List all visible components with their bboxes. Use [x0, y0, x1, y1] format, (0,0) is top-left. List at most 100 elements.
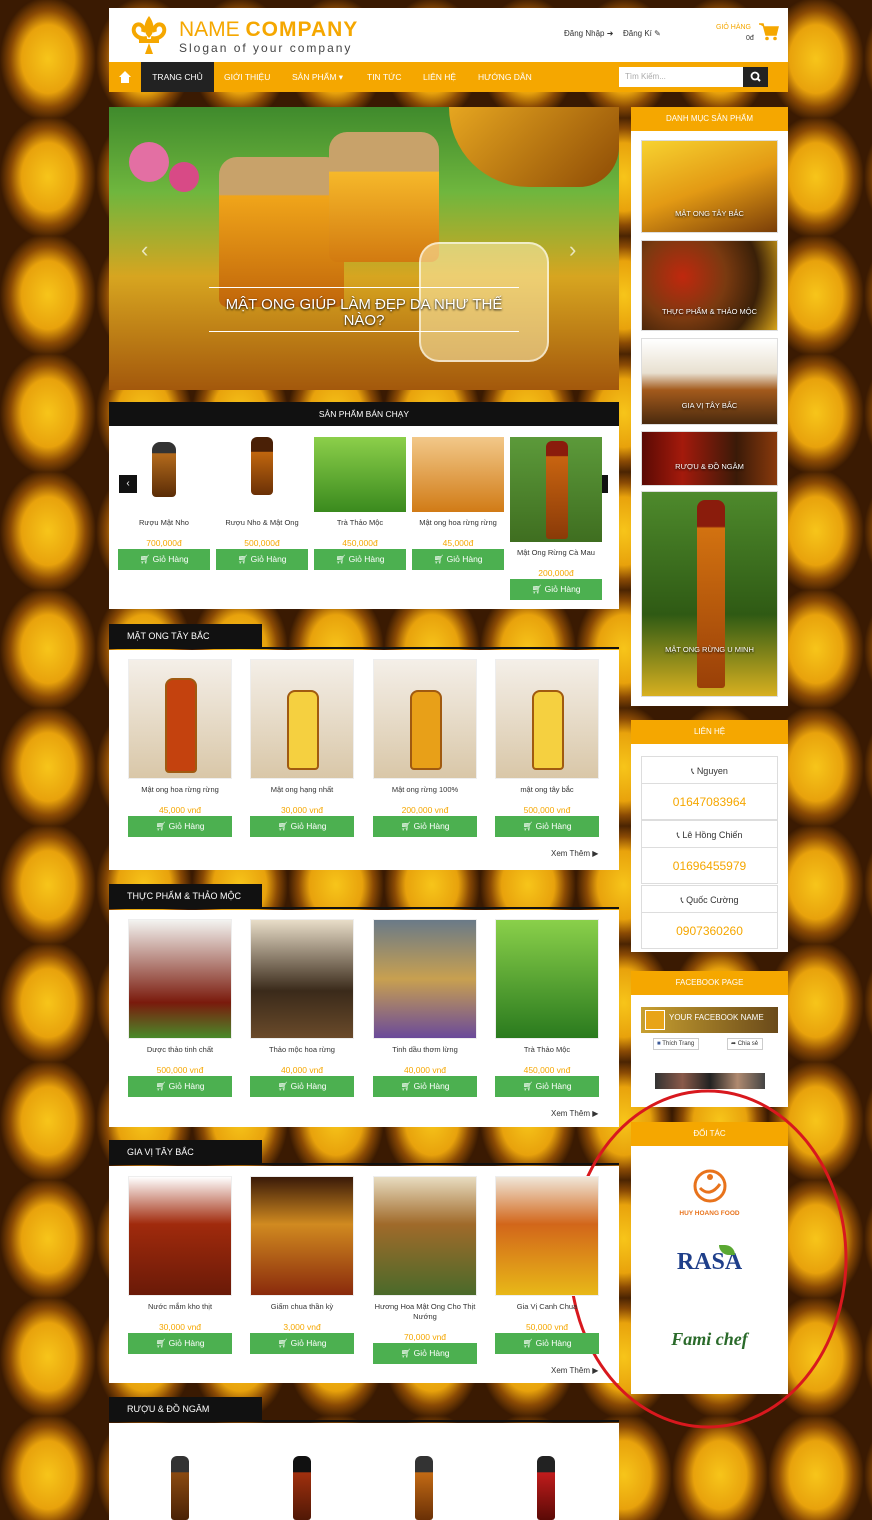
- product-name[interactable]: Thảo mộc hoa rừng: [250, 1045, 354, 1055]
- login-link[interactable]: Đăng Nhập ➜: [564, 29, 613, 38]
- see-more-link[interactable]: Xem Thêm ▶: [551, 1366, 598, 1375]
- nav-item-home[interactable]: TRANG CHỦ: [141, 62, 214, 92]
- product-card[interactable]: Mật ong hoa rừng rừng 45,000đ 🛒︎ Giỏ Hàn…: [412, 437, 504, 570]
- product-card[interactable]: mật ong tây bắc 500,000 vnđ 🛒︎ Giỏ Hàng: [495, 659, 599, 837]
- product-image[interactable]: [373, 1176, 477, 1296]
- add-to-cart-button[interactable]: 🛒︎ Giỏ Hàng: [250, 1333, 354, 1354]
- contact-phone[interactable]: 01647083964: [641, 784, 778, 820]
- product-name[interactable]: mật ong tây bắc: [495, 785, 599, 795]
- product-card[interactable]: Dược thảo tinh chất 500,000 vnđ 🛒︎ Giỏ Hàn…: [128, 919, 232, 1097]
- product-name[interactable]: Trà Thảo Mộc: [495, 1045, 599, 1055]
- facebook-avatar[interactable]: [645, 1010, 665, 1030]
- product-name[interactable]: Tinh dầu thơm lừng: [373, 1045, 477, 1055]
- shopping-cart-icon[interactable]: [759, 23, 779, 41]
- add-to-cart-button[interactable]: 🛒︎ Giỏ Hàng: [373, 816, 477, 837]
- product-card[interactable]: Mật ong hạng nhất 30,000 vnđ 🛒︎ Giỏ Hàng: [250, 659, 354, 837]
- add-to-cart-button[interactable]: 🛒︎ Giỏ Hàng: [128, 816, 232, 837]
- add-to-cart-button[interactable]: 🛒︎ Giỏ Hàng: [373, 1076, 477, 1097]
- product-name[interactable]: Hương Hoa Mật Ong Cho Thịt Nướng: [373, 1302, 477, 1322]
- product-image[interactable]: [510, 437, 602, 542]
- add-to-cart-button[interactable]: 🛒︎ Giỏ Hàng: [495, 816, 599, 837]
- product-name[interactable]: Mật ong hoa rừng rừng: [128, 785, 232, 795]
- home-icon[interactable]: [109, 62, 141, 92]
- product-name[interactable]: Rượu Nho & Mật Ong: [216, 518, 308, 528]
- add-to-cart-button[interactable]: 🛒︎ Giỏ Hàng: [412, 549, 504, 570]
- section-tab-spices[interactable]: GIA VỊ TÂY BẮC: [109, 1140, 262, 1164]
- product-image[interactable]: [293, 1456, 311, 1520]
- search-input[interactable]: Tìm Kiếm...: [619, 67, 743, 87]
- product-card[interactable]: Nước mắm kho thịt 30,000 vnđ 🛒︎ Giỏ Hàng: [128, 1176, 232, 1354]
- product-image[interactable]: [216, 437, 308, 512]
- register-link[interactable]: Đăng Kí ✎: [623, 29, 661, 38]
- product-card[interactable]: Rượu Nho & Mật Ong 500,000đ 🛒︎ Giỏ Hàng: [216, 437, 308, 570]
- product-image[interactable]: [495, 1176, 599, 1296]
- product-image[interactable]: [495, 659, 599, 779]
- section-tab-herbs[interactable]: THỰC PHẨM & THẢO MỘC: [109, 884, 262, 908]
- product-card[interactable]: Thảo mộc hoa rừng 40,000 vnđ 🛒︎ Giỏ Hàng: [250, 919, 354, 1097]
- product-name[interactable]: Gia Vị Canh Chua: [495, 1302, 599, 1312]
- product-image[interactable]: [118, 437, 210, 512]
- product-image[interactable]: [250, 659, 354, 779]
- product-name[interactable]: Mật Ong Rừng Cà Mau: [510, 548, 602, 558]
- search-button[interactable]: [743, 67, 768, 87]
- facebook-page-name[interactable]: YOUR FACEBOOK NAME: [669, 1013, 764, 1022]
- product-image[interactable]: [128, 659, 232, 779]
- category-spices[interactable]: GIA VỊ TÂY BẮC: [641, 338, 778, 425]
- product-image[interactable]: [415, 1456, 433, 1520]
- product-name[interactable]: Nước mắm kho thịt: [128, 1302, 232, 1312]
- nav-item-news[interactable]: TIN TỨC: [367, 62, 402, 92]
- product-name[interactable]: Trà Thảo Mộc: [314, 518, 406, 528]
- product-card[interactable]: Hương Hoa Mật Ong Cho Thịt Nướng 70,000 v…: [373, 1176, 477, 1364]
- category-forest-honey[interactable]: MẬT ONG RỪNG U MINH: [641, 491, 778, 697]
- hero-slider[interactable]: ‹ › MẬT ONG GIÚP LÀM ĐẸP DA NHƯ THẾ NÀO?: [109, 107, 619, 390]
- nav-item-contact[interactable]: LIÊN HỆ: [423, 62, 456, 92]
- category-wine[interactable]: RƯỢU & ĐỒ NGÂM: [641, 431, 778, 486]
- add-to-cart-button[interactable]: 🛒︎ Giỏ Hàng: [250, 1076, 354, 1097]
- add-to-cart-button[interactable]: 🛒︎ Giỏ Hàng: [216, 549, 308, 570]
- cart-label[interactable]: GIỎ HÀNG: [716, 24, 751, 31]
- product-card[interactable]: Trà Thảo Mộc 450,000 vnđ 🛒︎ Giỏ Hàng: [495, 919, 599, 1097]
- add-to-cart-button[interactable]: 🛒︎ Giỏ Hàng: [128, 1076, 232, 1097]
- product-card[interactable]: Mật ong hoa rừng rừng 45,000 vnđ 🛒︎ Giỏ Hà…: [128, 659, 232, 837]
- company-name[interactable]: NAME COMPANY: [179, 18, 358, 42]
- product-image[interactable]: [495, 919, 599, 1039]
- add-to-cart-button[interactable]: 🛒︎ Giỏ Hàng: [373, 1343, 477, 1364]
- contact-phone[interactable]: 0907360260: [641, 913, 778, 949]
- facebook-share-button[interactable]: ➦ Chia sẻ: [727, 1038, 763, 1050]
- fleur-de-lis-logo-icon[interactable]: [127, 14, 171, 56]
- contact-phone[interactable]: 01696455979: [641, 848, 778, 884]
- add-to-cart-button[interactable]: 🛒︎ Giỏ Hàng: [250, 816, 354, 837]
- product-image[interactable]: [314, 437, 406, 512]
- section-tab-honey[interactable]: MẬT ONG TÂY BẮC: [109, 624, 262, 648]
- product-image[interactable]: [250, 919, 354, 1039]
- product-card[interactable]: Mật Ong Rừng Cà Mau 200,000đ 🛒︎ Giỏ Hàng: [510, 437, 602, 600]
- nav-item-products[interactable]: SẢN PHẨM ▾: [292, 62, 343, 92]
- product-image[interactable]: [373, 919, 477, 1039]
- product-card[interactable]: Rượu Mật Nho 700,000đ 🛒︎ Giỏ Hàng: [118, 437, 210, 570]
- product-image[interactable]: [128, 1176, 232, 1296]
- product-name[interactable]: Mật ong hoa rừng rừng: [412, 518, 504, 528]
- product-card[interactable]: Gia Vị Canh Chua 50,000 vnđ 🛒︎ Giỏ Hàng: [495, 1176, 599, 1354]
- product-card[interactable]: Trà Thảo Mộc 450,000đ 🛒︎ Giỏ Hàng: [314, 437, 406, 570]
- product-card[interactable]: Mật ong rừng 100% 200,000 vnđ 🛒︎ Giỏ Hàng: [373, 659, 477, 837]
- facebook-like-button[interactable]: ■ Thích Trang: [653, 1038, 699, 1050]
- see-more-link[interactable]: Xem Thêm ▶: [551, 849, 598, 858]
- product-card[interactable]: Tinh dầu thơm lừng 40,000 vnđ 🛒︎ Giỏ Hàng: [373, 919, 477, 1097]
- category-honey[interactable]: MẬT ONG TÂY BẮC: [641, 140, 778, 233]
- product-image[interactable]: [250, 1176, 354, 1296]
- section-tab-wine[interactable]: RƯỢU & ĐỒ NGÂM: [109, 1397, 262, 1421]
- add-to-cart-button[interactable]: 🛒︎ Giỏ Hàng: [118, 549, 210, 570]
- product-image[interactable]: [128, 919, 232, 1039]
- product-name[interactable]: Rượu Mật Nho: [118, 518, 210, 528]
- add-to-cart-button[interactable]: 🛒︎ Giỏ Hàng: [314, 549, 406, 570]
- add-to-cart-button[interactable]: 🛒︎ Giỏ Hàng: [128, 1333, 232, 1354]
- slider-prev-icon[interactable]: ‹: [141, 237, 148, 263]
- product-name[interactable]: Giấm chua thần kỳ: [250, 1302, 354, 1312]
- product-image[interactable]: [537, 1456, 555, 1520]
- slider-next-icon[interactable]: ›: [569, 237, 576, 263]
- product-card[interactable]: Giấm chua thần kỳ 3,000 vnđ 🛒︎ Giỏ Hàng: [250, 1176, 354, 1354]
- product-image[interactable]: [171, 1456, 189, 1520]
- product-name[interactable]: Dược thảo tinh chất: [128, 1045, 232, 1055]
- product-image[interactable]: [412, 437, 504, 512]
- add-to-cart-button[interactable]: 🛒︎ Giỏ Hàng: [495, 1076, 599, 1097]
